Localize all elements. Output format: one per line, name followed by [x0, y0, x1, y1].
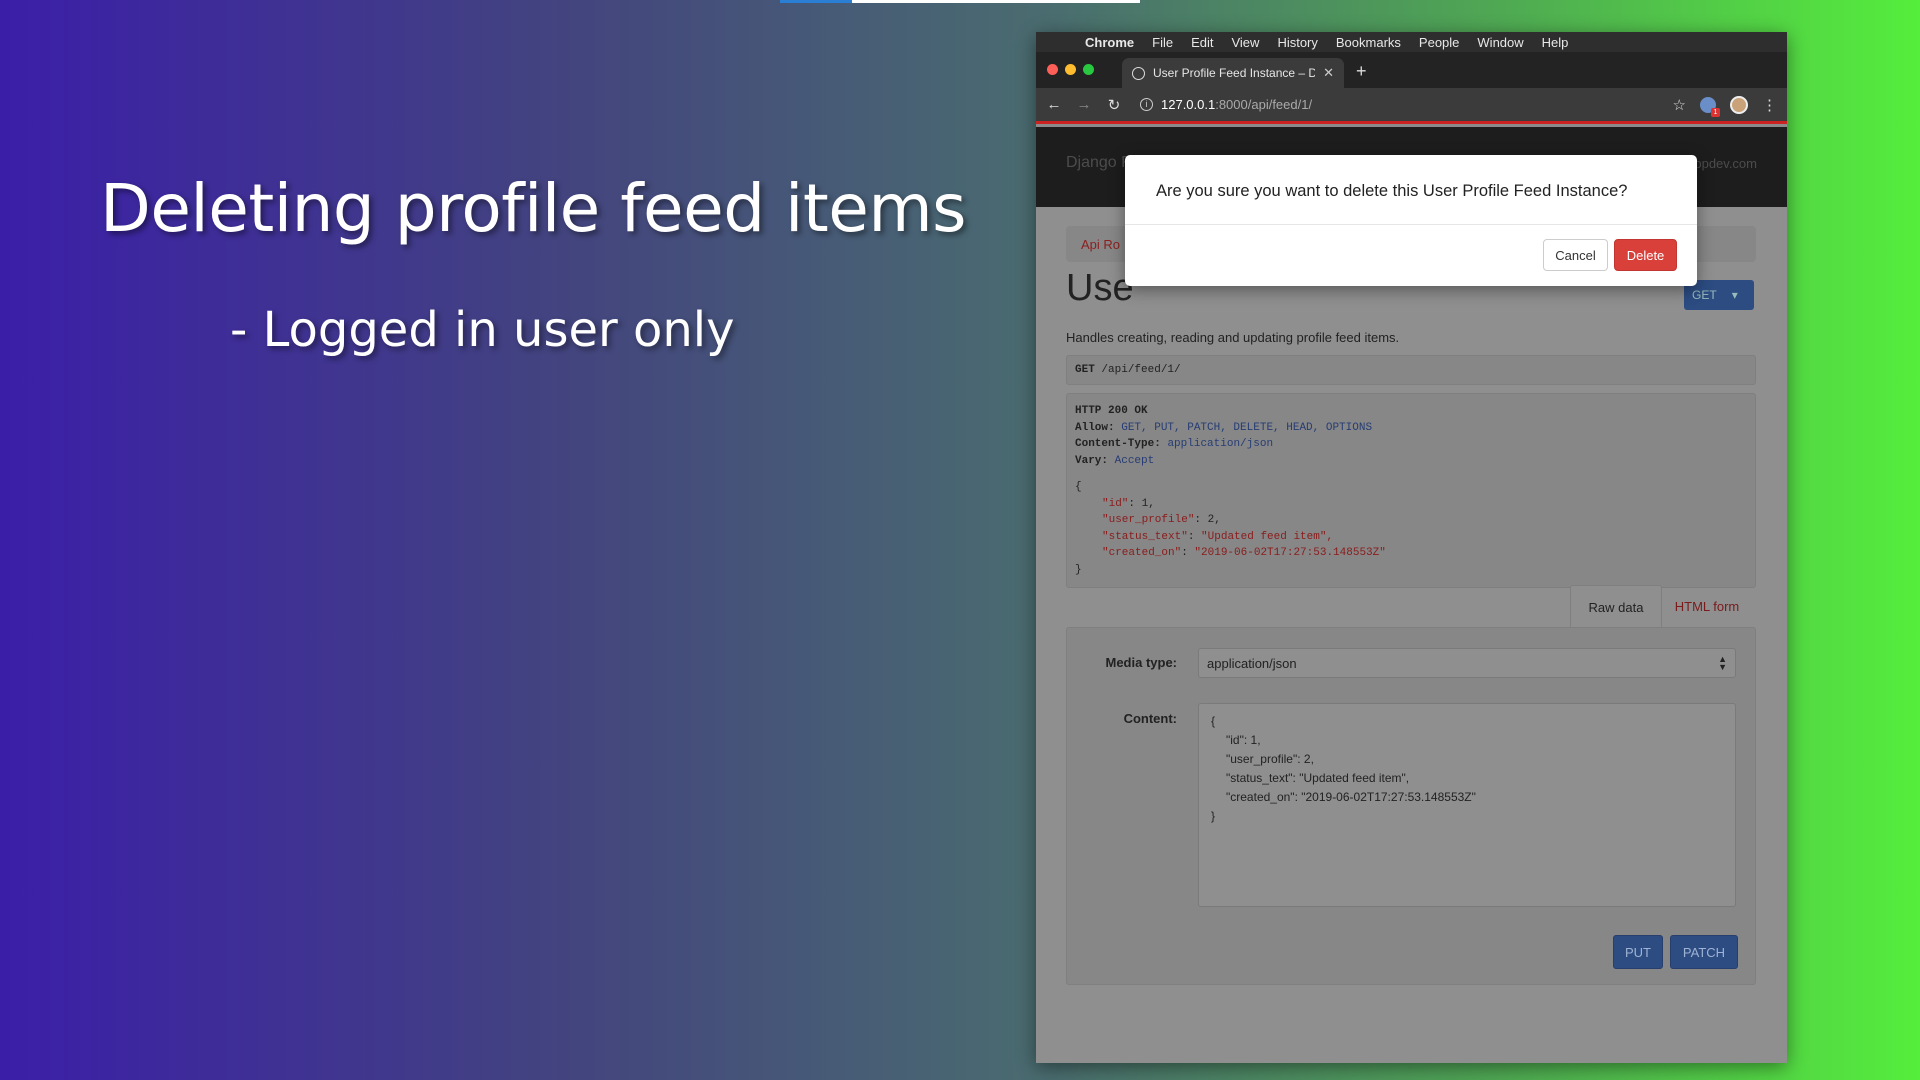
new-tab-icon[interactable]: + [1356, 61, 1367, 82]
menu-edit[interactable]: Edit [1182, 35, 1222, 50]
json-open-brace: { [1075, 481, 1082, 493]
page-title: Use [1066, 267, 1134, 309]
get-button-label: GET [1692, 288, 1717, 302]
json-line: "id": 1, [1102, 497, 1155, 510]
json-value: "Updated feed item", [1194, 530, 1334, 543]
content-label: Content: [1123, 711, 1177, 726]
vary-value: Accept [1114, 454, 1155, 467]
response-info: HTTP 200 OK Allow: GET, PUT, PATCH, DELE… [1066, 393, 1756, 588]
mac-menubar: Chrome File Edit View History Bookmarks … [1036, 32, 1787, 52]
json-value: 2, [1201, 514, 1221, 526]
json-key: "created_on" [1102, 547, 1182, 559]
vary-key: Vary: [1075, 454, 1109, 467]
modal-question: Are you sure you want to delete this Use… [1125, 155, 1697, 225]
select-arrows-icon: ▲ ▼ [1718, 654, 1727, 672]
allow-key: Allow: [1075, 421, 1115, 434]
content-type-value: application/json [1167, 438, 1274, 450]
slide-bullet: - Logged in user only [230, 302, 735, 358]
slide-title: Deleting profile feed items [100, 170, 967, 247]
globe-icon [1132, 66, 1145, 80]
json-close-brace: } [1075, 563, 1082, 576]
tab-raw-data[interactable]: Raw data [1570, 585, 1662, 627]
content-line: { [1211, 714, 1216, 728]
tab-html-form[interactable]: HTML form [1662, 585, 1752, 627]
menu-view[interactable]: View [1222, 35, 1268, 50]
tab-title: User Profile Feed Instance – Dj [1153, 66, 1316, 80]
kebab-menu-icon[interactable]: ⋮ [1762, 96, 1777, 114]
breadcrumb-api-root[interactable]: Api Ro [1081, 237, 1120, 252]
media-type-select[interactable]: application/json ▲ ▼ [1198, 648, 1736, 678]
content-line: "id": 1, [1226, 733, 1261, 747]
close-window-button[interactable] [1047, 64, 1058, 75]
json-value: "2019-06-02T17:27:53.148553Z" [1187, 547, 1386, 559]
endpoint-description: Handles creating, reading and updating p… [1066, 330, 1400, 345]
video-progress-fill [780, 0, 852, 3]
content-textarea[interactable]: { "id": 1, "user_profile": 2, "status_te… [1198, 703, 1736, 907]
menu-people[interactable]: People [1410, 35, 1468, 50]
info-icon[interactable]: i [1140, 98, 1153, 111]
content-line: "status_text": "Updated feed item", [1226, 771, 1410, 785]
json-key: "user_profile" [1102, 514, 1195, 526]
maximize-window-button[interactable] [1083, 64, 1094, 75]
media-type-label: Media type: [1105, 655, 1177, 670]
reload-icon[interactable]: ↻ [1106, 96, 1122, 114]
content-type-key: Content-Type: [1075, 438, 1161, 450]
content-line: } [1211, 809, 1216, 823]
caret-down-icon[interactable]: ▾ [1732, 288, 1738, 302]
cancel-button[interactable]: Cancel [1543, 239, 1608, 271]
json-key: "id" [1102, 497, 1129, 510]
tab-strip: User Profile Feed Instance – Dj ✕ + [1036, 52, 1787, 88]
url-path: :8000/api/feed/1/ [1215, 97, 1313, 112]
json-key: "status_text" [1102, 530, 1188, 543]
json-line: "created_on": "2019-06-02T17:27:53.14855… [1102, 547, 1386, 559]
menu-file[interactable]: File [1143, 35, 1182, 50]
form-tabs: Raw data HTML form [1570, 585, 1752, 627]
bookmark-star-icon[interactable]: ☆ [1673, 96, 1686, 114]
content-line: "created_on": "2019-06-02T17:27:53.14855… [1226, 790, 1476, 804]
extension-icon[interactable]: 1 [1700, 96, 1720, 117]
window-controls [1047, 64, 1094, 75]
menu-chrome[interactable]: Chrome [1076, 35, 1143, 50]
menu-history[interactable]: History [1268, 35, 1326, 50]
raw-data-form: Media type: application/json ▲ ▼ Content:… [1066, 627, 1756, 985]
json-line: "status_text": "Updated feed item", [1102, 530, 1334, 543]
menu-window[interactable]: Window [1468, 35, 1532, 50]
profile-avatar[interactable] [1730, 95, 1748, 114]
request-info: GET /api/feed/1/ [1066, 355, 1756, 385]
video-progress-strip [780, 0, 1140, 3]
forward-arrow-icon[interactable]: → [1076, 96, 1092, 113]
content-line: "user_profile": 2, [1226, 752, 1314, 766]
allow-value: GET, PUT, PATCH, DELETE, HEAD, OPTIONS [1121, 421, 1373, 434]
json-value: 1, [1135, 497, 1155, 510]
menu-bookmarks[interactable]: Bookmarks [1327, 35, 1410, 50]
url-host: 127.0.0.1 [1161, 97, 1216, 112]
browser-toolbar: ← → ↻ i 127.0.0.1:8000/api/feed/1/ ☆ 1 ⋮ [1036, 88, 1787, 124]
back-arrow-icon[interactable]: ← [1046, 96, 1062, 113]
minimize-window-button[interactable] [1065, 64, 1076, 75]
browser-tab[interactable]: User Profile Feed Instance – Dj ✕ [1122, 58, 1344, 88]
response-status: HTTP 200 OK [1075, 405, 1148, 417]
request-method: GET [1075, 364, 1095, 376]
delete-confirm-modal: Are you sure you want to delete this Use… [1125, 155, 1697, 286]
patch-button[interactable]: PATCH [1670, 935, 1738, 969]
address-bar[interactable]: i 127.0.0.1:8000/api/feed/1/ [1136, 92, 1659, 118]
request-path: /api/feed/1/ [1101, 364, 1181, 376]
delete-button[interactable]: Delete [1614, 239, 1677, 271]
media-type-value: application/json [1207, 656, 1297, 671]
put-button[interactable]: PUT [1613, 935, 1663, 969]
menu-help[interactable]: Help [1533, 35, 1578, 50]
close-tab-icon[interactable]: ✕ [1323, 65, 1334, 81]
json-line: "user_profile": 2, [1102, 514, 1221, 526]
extension-badge: 1 [1711, 107, 1720, 117]
